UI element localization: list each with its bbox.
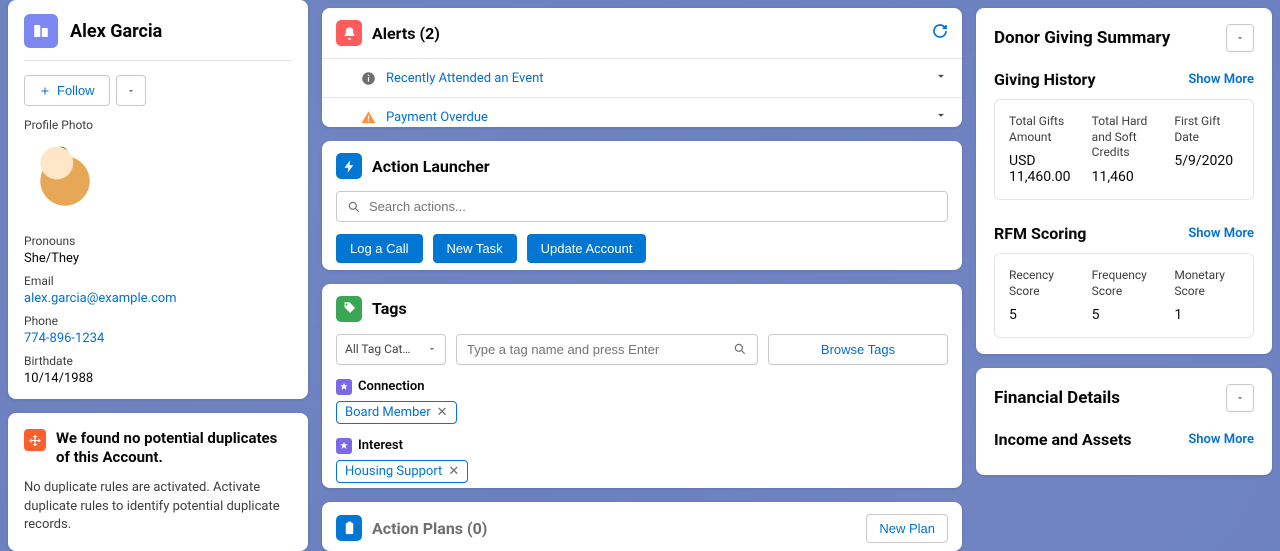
alert-link[interactable]: Recently Attended an Event xyxy=(386,71,924,86)
remove-chip-icon[interactable]: ✕ xyxy=(437,405,448,420)
action-plans-title: Action Plans (0) xyxy=(372,519,487,538)
giving-history-metrics: Total Gifts Amount USD 11,460.00 Total H… xyxy=(994,99,1254,200)
giving-history-show-more[interactable]: Show More xyxy=(1188,72,1254,87)
tag-input[interactable] xyxy=(467,342,733,357)
tag-group-interest: Interest xyxy=(336,438,948,454)
donor-summary-title: Donor Giving Summary xyxy=(994,28,1170,48)
action-launcher-title: Action Launcher xyxy=(372,157,490,176)
chip-label: Board Member xyxy=(345,405,431,420)
merge-icon xyxy=(24,429,46,451)
lightning-icon xyxy=(336,153,362,179)
metric-label: Recency Score xyxy=(1009,268,1074,299)
rfm-title: RFM Scoring xyxy=(994,224,1086,243)
pronouns-value: She/They xyxy=(24,251,292,266)
account-icon xyxy=(24,14,58,48)
donor-summary-menu[interactable] xyxy=(1226,24,1254,52)
email-link[interactable]: alex.garcia@example.com xyxy=(24,291,292,306)
profile-photo-label: Profile Photo xyxy=(24,118,292,132)
chevron-down-icon xyxy=(1235,33,1245,43)
chevron-down-icon[interactable] xyxy=(934,69,948,87)
birthdate-value: 10/14/1988 xyxy=(24,371,292,386)
follow-dropdown[interactable] xyxy=(116,75,146,106)
metric-label: Monetary Score xyxy=(1174,268,1239,299)
bell-icon xyxy=(336,20,362,46)
metric-value: 5 xyxy=(1009,307,1074,323)
star-icon xyxy=(336,379,352,395)
birthdate-label: Birthdate xyxy=(24,354,292,368)
chip-label: Housing Support xyxy=(345,464,442,479)
metric-label: Frequency Score xyxy=(1092,268,1157,299)
new-plan-button[interactable]: New Plan xyxy=(866,514,948,543)
chevron-down-icon xyxy=(427,344,437,354)
metric-value: 5 xyxy=(1092,307,1157,323)
financial-details-menu[interactable] xyxy=(1226,384,1254,412)
search-actions-input[interactable] xyxy=(336,191,948,222)
chevron-down-icon[interactable] xyxy=(934,108,948,126)
donor-summary-card: Donor Giving Summary Giving History Show… xyxy=(976,8,1272,354)
follow-label: Follow xyxy=(57,83,95,98)
avatar[interactable] xyxy=(24,136,106,226)
metric-label: Total Hard and Soft Credits xyxy=(1092,114,1157,161)
profile-card: Alex Garcia Follow Profile Photo Pronoun… xyxy=(8,0,308,399)
alert-row[interactable]: Payment Overdue xyxy=(322,98,962,127)
income-assets-title: Income and Assets xyxy=(994,430,1131,449)
plus-icon xyxy=(39,85,51,97)
star-icon xyxy=(336,438,352,454)
search-icon xyxy=(347,200,361,214)
rfm-metrics: Recency Score 5 Frequency Score 5 Moneta… xyxy=(994,253,1254,338)
refresh-icon[interactable] xyxy=(932,23,948,43)
metric-value: 1 xyxy=(1174,307,1239,323)
alerts-panel: Alerts (2) Recently Attended an Event Pa… xyxy=(322,8,962,127)
duplicates-body: No duplicate rules are activated. Activa… xyxy=(24,479,292,536)
tag-category-select[interactable]: All Tag Cat… xyxy=(336,334,446,365)
financial-details-title: Financial Details xyxy=(994,388,1120,408)
info-icon xyxy=(360,70,376,86)
tag-category-label: All Tag Cat… xyxy=(345,342,410,356)
log-a-call-button[interactable]: Log a Call xyxy=(336,234,423,263)
tags-panel: Tags All Tag Cat… Browse Tags Connection… xyxy=(322,284,962,488)
tag-input-wrap[interactable] xyxy=(456,334,758,365)
giving-history-title: Giving History xyxy=(994,70,1096,89)
metric-value: 11,460 xyxy=(1092,169,1157,185)
income-assets-show-more[interactable]: Show More xyxy=(1188,432,1254,447)
tag-icon xyxy=(336,296,362,322)
phone-label: Phone xyxy=(24,314,292,328)
alerts-title: Alerts (2) xyxy=(372,24,440,43)
duplicates-title: We found no potential duplicates of this… xyxy=(56,429,292,467)
action-plans-panel: Action Plans (0) New Plan xyxy=(322,502,962,551)
rfm-show-more[interactable]: Show More xyxy=(1188,226,1254,241)
profile-name: Alex Garcia xyxy=(70,21,162,42)
metric-value: 5/9/2020 xyxy=(1174,153,1239,169)
metric-label: Total Gifts Amount xyxy=(1009,114,1074,145)
action-launcher-panel: Action Launcher Log a Call New Task Upda… xyxy=(322,141,962,270)
update-account-button[interactable]: Update Account xyxy=(527,234,647,263)
chevron-down-icon xyxy=(1235,393,1245,403)
tag-chip-board-member[interactable]: Board Member ✕ xyxy=(336,401,457,424)
alert-link[interactable]: Payment Overdue xyxy=(386,110,924,125)
pronouns-label: Pronouns xyxy=(24,234,292,248)
tag-group-label: Interest xyxy=(358,438,403,453)
financial-details-card: Financial Details Income and Assets Show… xyxy=(976,368,1272,475)
warning-icon xyxy=(360,109,376,125)
clipboard-icon xyxy=(336,515,362,541)
search-actions-field[interactable] xyxy=(369,199,937,214)
tag-group-label: Connection xyxy=(358,379,425,394)
remove-chip-icon[interactable]: ✕ xyxy=(448,464,459,479)
alert-row[interactable]: Recently Attended an Event xyxy=(322,59,962,98)
duplicates-card: We found no potential duplicates of this… xyxy=(8,413,308,551)
tags-title: Tags xyxy=(372,299,407,318)
chevron-down-icon xyxy=(126,86,136,96)
new-task-button[interactable]: New Task xyxy=(433,234,517,263)
email-label: Email xyxy=(24,274,292,288)
follow-button[interactable]: Follow xyxy=(24,75,110,106)
metric-label: First Gift Date xyxy=(1174,114,1239,145)
search-icon xyxy=(733,342,747,356)
phone-link[interactable]: 774-896-1234 xyxy=(24,331,292,346)
browse-tags-button[interactable]: Browse Tags xyxy=(768,334,948,365)
tag-chip-housing-support[interactable]: Housing Support ✕ xyxy=(336,460,468,483)
tag-group-connection: Connection xyxy=(336,379,948,395)
metric-value: USD 11,460.00 xyxy=(1009,153,1074,185)
